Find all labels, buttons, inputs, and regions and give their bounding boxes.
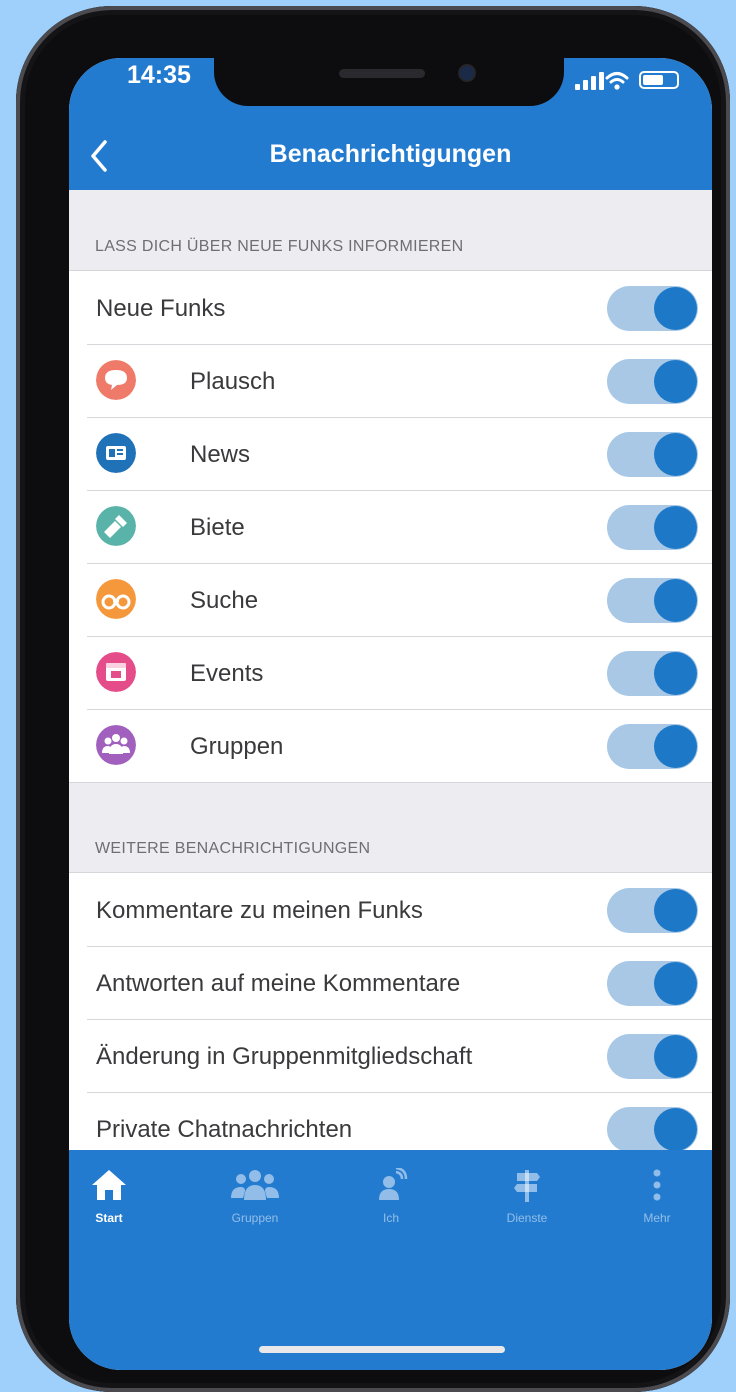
toggle-knob <box>654 579 697 622</box>
toggle-events[interactable] <box>607 651 698 696</box>
section-header-weitere: WEITERE BENACHRICHTIGUNGEN <box>95 840 371 857</box>
toggle-knob <box>654 889 697 932</box>
status-time: 14:35 <box>127 61 191 89</box>
row-kommentare: Kommentare zu meinen Funks <box>69 873 712 946</box>
toggle-gruppenmitgliedschaft[interactable] <box>607 1034 698 1079</box>
row-label: Neue Funks <box>96 295 226 322</box>
row-plausch: Plausch <box>69 344 712 417</box>
speech-bubble-icon <box>96 360 136 400</box>
navigation-bar: Benachrichtigungen <box>69 123 712 190</box>
notch <box>214 58 564 106</box>
battery-icon <box>639 71 679 89</box>
tab-dienste[interactable]: Dienste <box>477 1168 577 1225</box>
signal-icon <box>575 72 604 90</box>
person-icon <box>379 1166 408 1200</box>
calendar-icon <box>96 652 136 692</box>
row-label: Events <box>190 660 264 687</box>
row-events: Events <box>69 636 712 709</box>
front-camera <box>460 66 474 80</box>
group-icon <box>231 1170 279 1200</box>
tab-label: Ich <box>382 1211 399 1225</box>
wifi-icon <box>605 72 629 90</box>
more-icon <box>653 1169 661 1201</box>
row-label: Änderung in Gruppenmitgliedschaft <box>96 1043 473 1070</box>
tab-label: Dienste <box>506 1211 548 1225</box>
row-gruppenmitgliedschaft: Änderung in Gruppenmitgliedschaft <box>69 1019 712 1092</box>
status-bar: 14:35 <box>69 58 712 123</box>
toggle-news[interactable] <box>607 432 698 477</box>
row-label: Suche <box>190 587 259 614</box>
row-label: Private Chatnachrichten <box>96 1116 353 1143</box>
page-title: Benachrichtigungen <box>269 140 512 168</box>
row-label: News <box>190 441 251 468</box>
toggle-knob <box>654 360 697 403</box>
tab-bar: Start Gruppen Ich Dienste Mehr <box>69 1150 712 1370</box>
speaker <box>339 69 425 78</box>
row-neue-funks: Neue Funks <box>69 271 712 344</box>
row-label: Gruppen <box>190 733 284 760</box>
flashlight-icon <box>96 506 136 546</box>
signpost-icon <box>514 1170 540 1202</box>
toggle-knob <box>654 652 697 695</box>
toggle-knob <box>654 725 697 768</box>
row-biete: Biete <box>69 490 712 563</box>
toggle-knob <box>654 1108 697 1151</box>
new-funks-group: Neue Funks Plausch News Biete Suche Even… <box>69 270 712 783</box>
toggle-gruppen[interactable] <box>607 724 698 769</box>
row-gruppen: Gruppen <box>69 709 712 782</box>
tab-gruppen[interactable]: Gruppen <box>205 1168 305 1225</box>
row-label: Kommentare zu meinen Funks <box>96 897 423 924</box>
home-indicator[interactable] <box>259 1346 505 1353</box>
toggle-kommentare[interactable] <box>607 888 698 933</box>
toggle-knob <box>654 506 697 549</box>
tab-mehr[interactable]: Mehr <box>607 1168 707 1225</box>
toggle-neue-funks[interactable] <box>607 286 698 331</box>
binoculars-icon <box>96 579 136 619</box>
newspaper-icon <box>96 433 136 473</box>
toggle-plausch[interactable] <box>607 359 698 404</box>
toggle-knob <box>654 962 697 1005</box>
row-suche: Suche <box>69 563 712 636</box>
toggle-suche[interactable] <box>607 578 698 623</box>
weitere-group: Kommentare zu meinen Funks Antworten auf… <box>69 872 712 1166</box>
row-label: Biete <box>190 514 245 541</box>
row-label: Plausch <box>190 368 276 395</box>
toggle-antworten[interactable] <box>607 961 698 1006</box>
tab-label: Start <box>95 1211 123 1225</box>
tab-start[interactable]: Start <box>69 1168 159 1225</box>
group-icon <box>96 725 136 765</box>
toggle-knob <box>654 287 697 330</box>
home-icon <box>92 1170 126 1200</box>
toggle-biete[interactable] <box>607 505 698 550</box>
row-label: Antworten auf meine Kommentare <box>96 970 461 997</box>
row-antworten: Antworten auf meine Kommentare <box>69 946 712 1019</box>
phone-frame: 14:35 Benachrichtigungen LASS DICH ÜBER … <box>16 6 730 1392</box>
section-header-new-funks: LASS DICH ÜBER NEUE FUNKS INFORMIEREN <box>95 238 464 255</box>
tab-label: Mehr <box>643 1211 671 1225</box>
tab-label: Gruppen <box>231 1211 279 1225</box>
toggle-private-chat[interactable] <box>607 1107 698 1152</box>
toggle-knob <box>654 433 697 476</box>
toggle-knob <box>654 1035 697 1078</box>
tab-ich[interactable]: Ich <box>341 1166 441 1225</box>
screen: 14:35 Benachrichtigungen LASS DICH ÜBER … <box>69 58 712 1370</box>
row-news: News <box>69 417 712 490</box>
